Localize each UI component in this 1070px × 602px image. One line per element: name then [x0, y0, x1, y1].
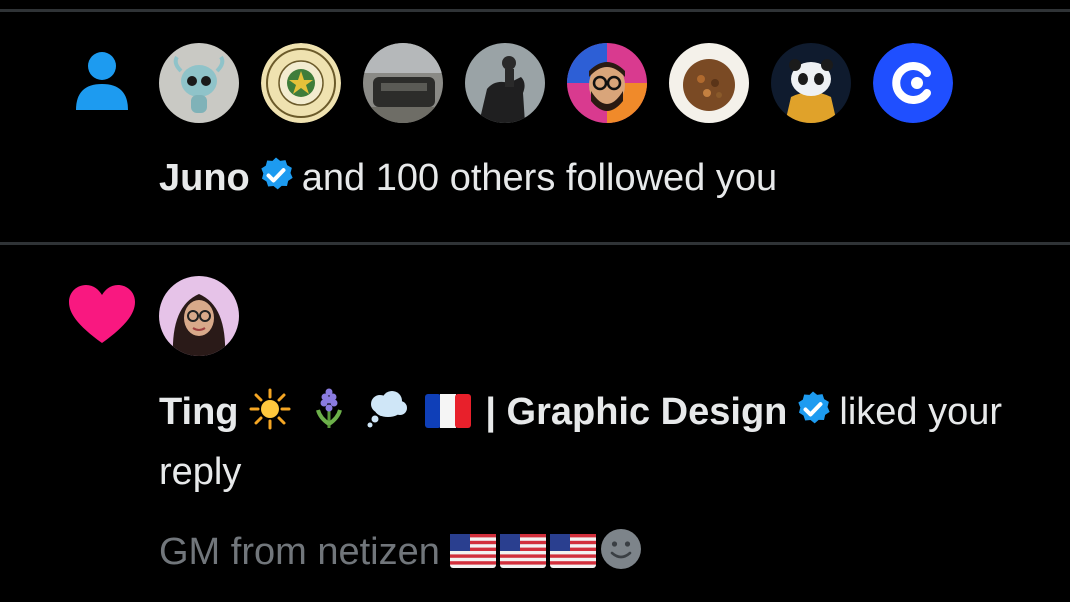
horse-rider-avatar[interactable] [465, 43, 545, 123]
like-notification[interactable]: Ting | Graphic Design liked your reply GM… [0, 245, 1070, 602]
woman-glasses-avatar[interactable] [159, 276, 239, 356]
verified-badge-icon [256, 155, 296, 195]
cherokee-nation-seal-avatar[interactable] [261, 43, 341, 123]
like-text-line2: reply [159, 449, 241, 495]
user-name[interactable]: Juno [159, 157, 250, 199]
person-icon [74, 50, 130, 117]
like-text-line1: Ting | Graphic Design liked your [159, 388, 1002, 435]
follow-text: Juno and 100 others followed you [159, 155, 777, 201]
bearded-man-glasses-avatar[interactable] [567, 43, 647, 123]
us-flag-emoji [450, 533, 497, 568]
us-flag-emoji [550, 533, 597, 568]
verified-badge-icon [793, 389, 833, 429]
slightly-smiling-face-emoji [600, 528, 642, 570]
panda-hoodie-avatar[interactable] [771, 43, 851, 123]
user-name-suffix[interactable]: | Graphic Design [485, 391, 787, 433]
heart-icon [69, 285, 135, 350]
food-bowl-avatar[interactable] [669, 43, 749, 123]
blue-c-logo-avatar[interactable] [873, 43, 953, 123]
follow-description: and 100 others followed you [301, 157, 778, 199]
alien-creature-avatar[interactable] [159, 43, 239, 123]
user-name[interactable]: Ting [159, 391, 239, 433]
vehicle-photo-avatar[interactable] [363, 43, 443, 123]
reply-preview[interactable]: GM from netizen [159, 528, 648, 575]
reply-preview-text: GM from netizen [159, 531, 440, 573]
follow-notification[interactable]: Juno and 100 others followed you [0, 12, 1070, 242]
liker-avatars [159, 276, 239, 356]
us-flag-emoji [500, 533, 547, 568]
thought-bubble-emoji [366, 388, 408, 430]
follower-avatars [159, 43, 953, 123]
sun-emoji [249, 388, 291, 430]
like-description: liked your [839, 391, 1003, 433]
hyacinth-emoji [308, 388, 350, 430]
like-description-end: reply [159, 451, 242, 493]
france-flag-emoji [424, 393, 471, 428]
